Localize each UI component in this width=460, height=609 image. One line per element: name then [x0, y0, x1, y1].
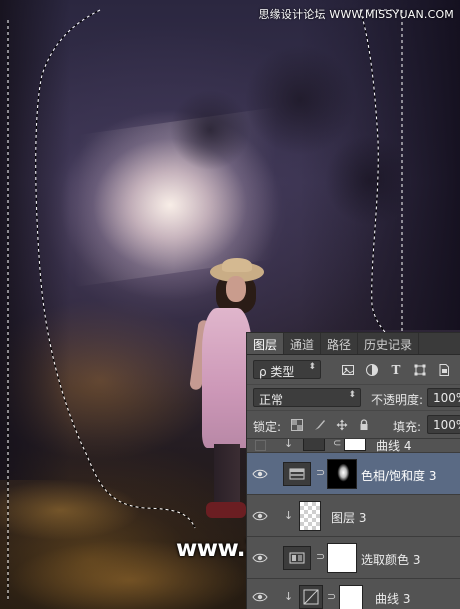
layer-mask-thumb[interactable]: [327, 459, 357, 489]
eye-icon[interactable]: [252, 552, 268, 564]
blend-row: 正常 ⬍ 不透明度: 100%: [247, 385, 460, 411]
filter-row: ρ 类型 ⬍ T: [247, 355, 460, 385]
tab-history[interactable]: 历史记录: [358, 333, 420, 354]
fill-label: 填充:: [393, 420, 422, 434]
lock-label: 锁定:: [253, 420, 282, 434]
layer-mask-thumb[interactable]: [327, 543, 357, 573]
layer-row-curves-3[interactable]: ↓ ⊃ 曲线 3: [247, 579, 460, 609]
curves-adjustment-thumb: [299, 585, 323, 609]
layer-name[interactable]: 图层 3: [331, 509, 366, 526]
curves-adjustment-thumb: [303, 439, 325, 451]
blend-mode-value: 正常: [259, 393, 284, 407]
layer-name[interactable]: 曲线 4: [376, 439, 411, 452]
clip-arrow-icon: ↓: [284, 590, 294, 603]
lock-position-icon[interactable]: [336, 419, 348, 431]
layers-panel: 图层 通道 路径 历史记录 ρ 类型 ⬍ T 正常 ⬍ 不透明度: 100%: [246, 332, 460, 609]
layer-mask-thumb[interactable]: [344, 439, 366, 451]
eye-icon[interactable]: [252, 510, 268, 522]
opacity-input[interactable]: 100%: [427, 388, 460, 407]
blend-mode-select[interactable]: 正常 ⬍: [253, 388, 361, 407]
clip-arrow-icon: ↓: [284, 509, 294, 522]
link-icon: ⊂: [333, 439, 342, 449]
tab-channels[interactable]: 通道: [284, 333, 322, 354]
layer-row-hue-saturation-3[interactable]: ⊃ 色相/饱和度 3: [247, 453, 460, 495]
tab-layers[interactable]: 图层: [247, 333, 285, 354]
watermark-top: 思缘设计论坛 WWW.MISSYUAN.COM: [258, 8, 454, 21]
girl-shoes: [206, 502, 246, 518]
lock-image-pixels-icon[interactable]: [314, 419, 326, 431]
adjustment-filter-icon[interactable]: [365, 363, 379, 377]
layer-row-selective-color-3[interactable]: ⊃ 选取颜色 3: [247, 537, 460, 579]
fill-input[interactable]: 100%: [427, 415, 460, 434]
selective-color-adjustment-thumb: [283, 546, 311, 570]
eye-icon[interactable]: [252, 468, 268, 480]
layer-mask-thumb[interactable]: [339, 585, 363, 609]
image-filter-icon[interactable]: [341, 363, 355, 377]
updown-arrow-icon: ⬍: [348, 390, 356, 400]
clip-arrow-icon: ↓: [284, 439, 294, 450]
opacity-label: 不透明度:: [371, 393, 424, 407]
lock-row: 锁定: 填充: 100%: [247, 411, 460, 439]
tab-paths[interactable]: 路径: [321, 333, 359, 354]
eye-icon[interactable]: [252, 591, 268, 603]
shape-filter-icon[interactable]: [413, 363, 427, 377]
visibility-toggle-empty[interactable]: [255, 440, 266, 451]
girl-dress: [202, 308, 252, 448]
panel-tab-bar: 图层 通道 路径 历史记录: [247, 333, 460, 355]
layer-name[interactable]: 选取颜色 3: [361, 551, 420, 568]
type-filter-icon[interactable]: T: [389, 363, 403, 377]
girl-legs: [214, 444, 240, 504]
updown-arrow-icon: ⬍: [308, 362, 316, 372]
girl-hat-crown: [222, 258, 252, 272]
layer-name[interactable]: 曲线 3: [375, 590, 410, 607]
left-trees: [0, 0, 70, 480]
layer-name[interactable]: 色相/饱和度 3: [361, 467, 437, 484]
filter-kind-label: ρ 类型: [259, 365, 295, 379]
link-icon: ⊃: [316, 466, 326, 479]
right-trees: [300, 0, 460, 330]
layer-row-curves-4[interactable]: ↓ ⊂ 曲线 4: [247, 439, 460, 453]
layer-pixel-thumb: [299, 501, 321, 531]
hue-saturation-adjustment-thumb: [283, 462, 311, 486]
link-icon: ⊃: [327, 590, 337, 603]
lock-all-icon[interactable]: [358, 419, 370, 431]
lock-transparent-pixels-icon[interactable]: [291, 419, 303, 431]
smart-object-filter-icon[interactable]: [437, 363, 451, 377]
link-icon: ⊃: [316, 550, 326, 563]
layer-row-layer-3[interactable]: ↓ 图层 3: [247, 495, 460, 537]
girl-face: [226, 276, 246, 302]
filter-kind-select[interactable]: ρ 类型 ⬍: [253, 360, 321, 379]
